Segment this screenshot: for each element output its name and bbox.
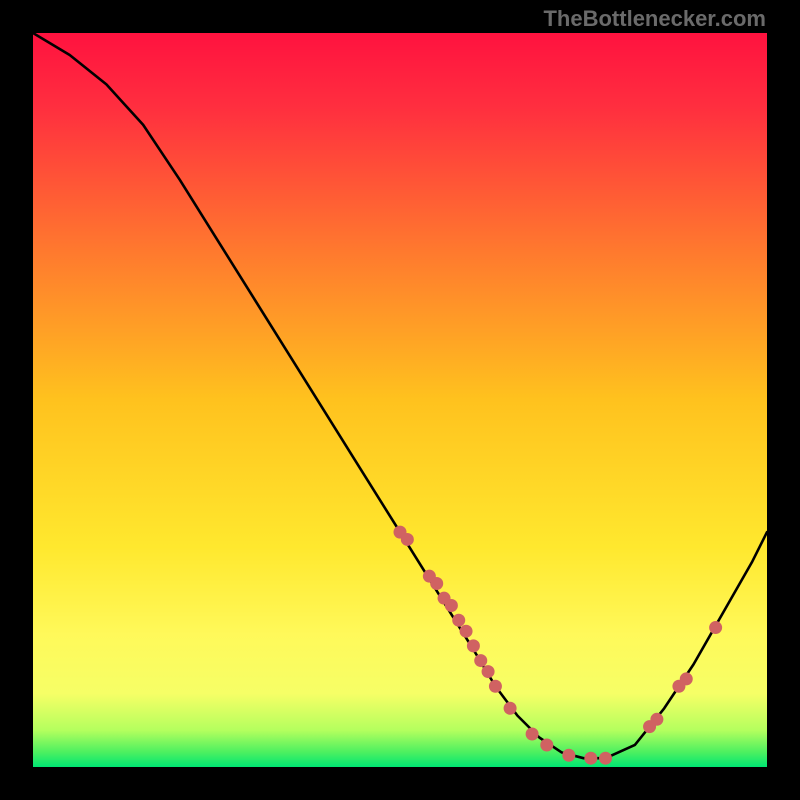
data-marker [650, 713, 663, 726]
data-marker [460, 625, 473, 638]
data-marker [430, 577, 443, 590]
data-marker [526, 727, 539, 740]
data-marker [474, 654, 487, 667]
data-marker [504, 702, 517, 715]
data-marker [489, 680, 502, 693]
data-marker [599, 752, 612, 765]
data-marker [401, 533, 414, 546]
watermark-text: TheBottlenecker.com [543, 6, 766, 32]
data-marker [709, 621, 722, 634]
data-marker [467, 639, 480, 652]
data-marker [452, 614, 465, 627]
data-marker [584, 752, 597, 765]
chart-svg [33, 33, 767, 767]
bottleneck-gradient-chart [33, 33, 767, 767]
data-marker [680, 672, 693, 685]
data-marker [562, 749, 575, 762]
gradient-background [33, 33, 767, 767]
data-marker [445, 599, 458, 612]
data-marker [482, 665, 495, 678]
data-marker [540, 738, 553, 751]
